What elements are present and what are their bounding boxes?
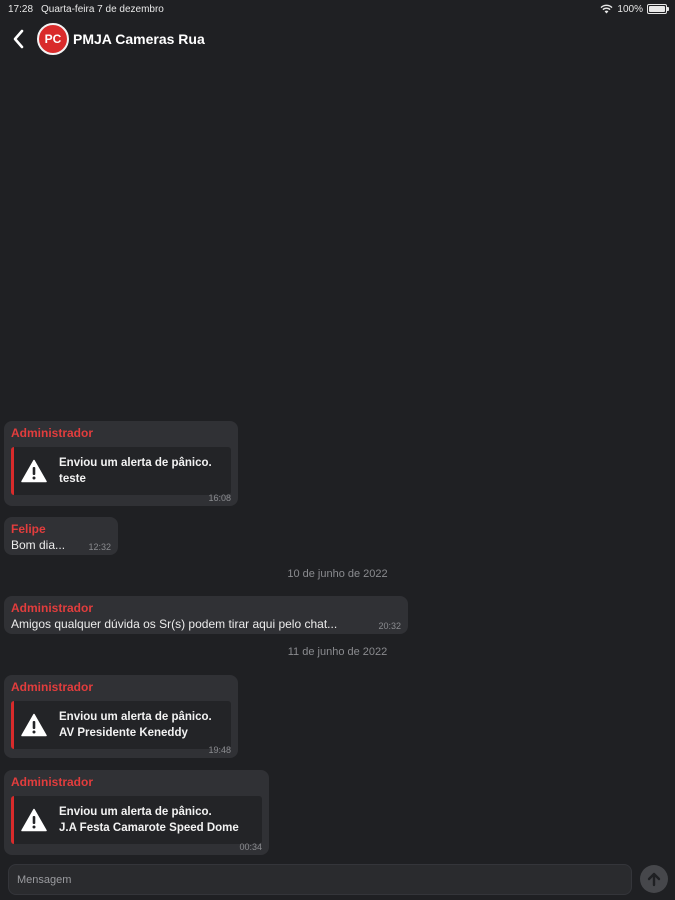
wifi-icon <box>600 4 613 14</box>
chevron-left-icon <box>13 29 24 49</box>
arrow-up-icon <box>647 872 661 887</box>
alert-text: Enviou um alerta de pânico. teste <box>59 455 212 487</box>
message-bubble[interactable]: Administrador Enviou um alerta de pânico… <box>4 675 238 758</box>
message-sender: Administrador <box>11 775 94 789</box>
chat-header: PC PMJA Cameras Rua <box>0 18 675 60</box>
send-button[interactable] <box>640 865 668 893</box>
message-sender: Administrador <box>11 426 94 440</box>
battery-percent: 100% <box>617 3 643 15</box>
alert-detail: teste <box>59 473 86 485</box>
alert-text: Enviou um alerta de pânico. J.A Festa Ca… <box>59 804 239 836</box>
message-text: Amigos qualquer dúvida os Sr(s) podem ti… <box>11 617 338 631</box>
chat-title[interactable]: PMJA Cameras Rua <box>73 31 205 47</box>
status-time: 17:28 <box>8 3 34 15</box>
message-sender: Administrador <box>11 680 94 694</box>
message-time: 20:32 <box>378 621 401 631</box>
message-time: 19:48 <box>208 745 231 755</box>
message-sender: Administrador <box>11 601 94 615</box>
message-time: 00:34 <box>239 842 262 852</box>
battery-icon <box>647 4 669 14</box>
message-bubble[interactable]: Administrador Enviou um alerta de pânico… <box>4 421 238 506</box>
chat-screen: 17:28 Quarta-feira 7 de dezembro 100% PC… <box>0 0 675 900</box>
message-bubble[interactable]: Administrador Amigos qualquer dúvida os … <box>4 596 408 634</box>
date-separator: 11 de junho de 2022 <box>0 646 675 658</box>
message-bubble[interactable]: Administrador Enviou um alerta de pânico… <box>4 770 269 855</box>
message-sender: Felipe <box>11 522 46 536</box>
date-separator-label: 10 de junho de 2022 <box>287 568 388 580</box>
battery-fill <box>649 6 665 12</box>
message-time: 16:08 <box>208 493 231 503</box>
panic-alert[interactable]: Enviou um alerta de pânico. AV President… <box>11 701 231 749</box>
warning-triangle-icon <box>21 808 47 832</box>
alert-detail: J.A Festa Camarote Speed Dome <box>59 822 239 834</box>
alert-text: Enviou um alerta de pânico. AV President… <box>59 709 212 741</box>
warning-triangle-icon <box>21 713 47 737</box>
alert-title: Enviou um alerta de pânico. <box>59 457 212 469</box>
group-avatar[interactable]: PC <box>37 23 69 55</box>
date-separator-label: 11 de junho de 2022 <box>287 646 388 658</box>
message-input[interactable] <box>8 864 632 895</box>
alert-detail: AV Presidente Keneddy <box>59 727 188 739</box>
back-button[interactable] <box>8 24 28 54</box>
warning-triangle-icon <box>21 459 47 483</box>
message-bubble[interactable]: Felipe Bom dia... 12:32 <box>4 517 118 555</box>
alert-title: Enviou um alerta de pânico. <box>59 711 212 723</box>
message-time: 12:32 <box>88 542 111 552</box>
alert-title: Enviou um alerta de pânico. <box>59 806 212 818</box>
date-separator: 10 de junho de 2022 <box>0 568 675 580</box>
status-date: Quarta-feira 7 de dezembro <box>41 3 164 15</box>
panic-alert[interactable]: Enviou um alerta de pânico. J.A Festa Ca… <box>11 796 262 844</box>
status-bar: 17:28 Quarta-feira 7 de dezembro 100% <box>0 0 675 18</box>
status-right: 100% <box>600 3 669 15</box>
panic-alert[interactable]: Enviou um alerta de pânico. teste <box>11 447 231 495</box>
